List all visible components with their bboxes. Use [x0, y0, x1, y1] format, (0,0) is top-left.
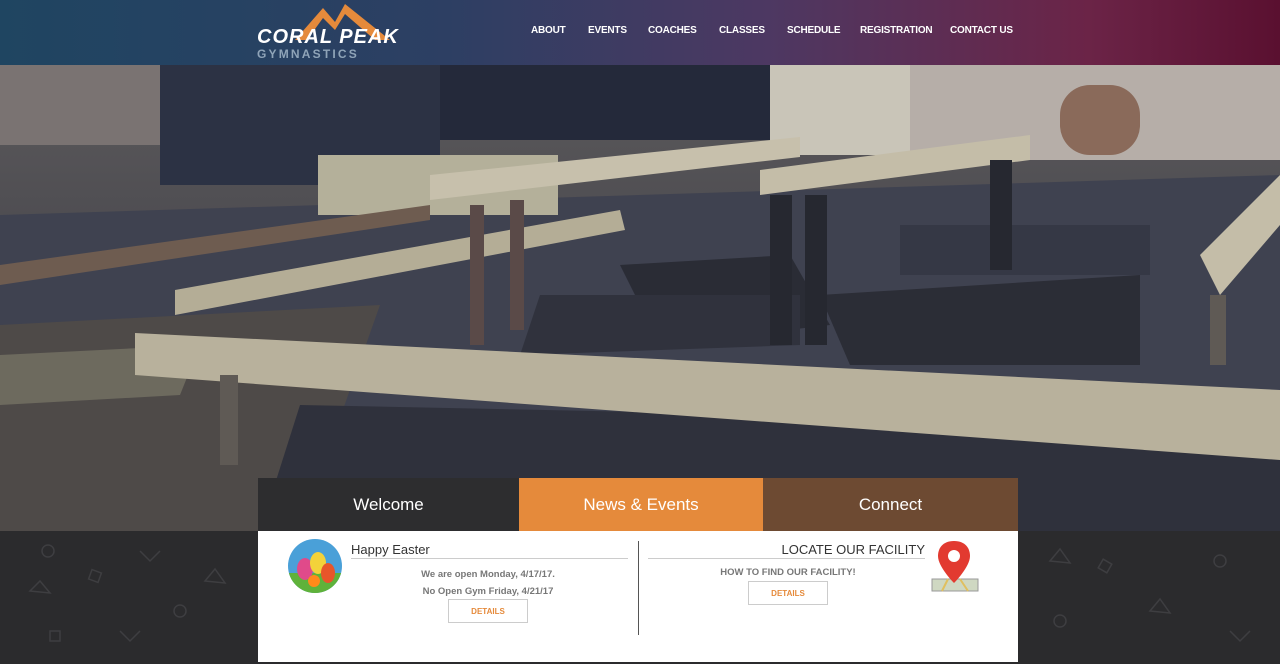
- event-line-1: We are open Monday, 4/17/17.: [421, 569, 555, 580]
- event-description: We are open Monday, 4/17/17. No Open Gym…: [358, 566, 618, 600]
- easter-eggs-image: [288, 539, 342, 593]
- nav-events[interactable]: EVENTS: [588, 25, 627, 36]
- tab-welcome[interactable]: Welcome: [258, 478, 519, 531]
- event-title: Happy Easter: [351, 542, 628, 559]
- nav-contact-us[interactable]: CONTACT US: [950, 25, 1013, 36]
- event-line-2: No Open Gym Friday, 4/21/17: [422, 586, 554, 597]
- gym-photo: [0, 65, 1280, 531]
- tab-connect[interactable]: Connect: [763, 478, 1018, 531]
- hero-image: [0, 65, 1280, 531]
- facility-details-button[interactable]: DETAILS: [748, 581, 828, 605]
- content-tabs: Welcome News & Events Connect: [258, 478, 1018, 531]
- facility-subtitle: HOW TO FIND OUR FACILITY!: [720, 567, 856, 578]
- event-details-button[interactable]: DETAILS: [448, 599, 528, 623]
- site-header: CORAL PEAK GYMNASTICS ABOUT EVENTS COACH…: [0, 0, 1280, 65]
- nav-registration[interactable]: REGISTRATION: [860, 25, 933, 36]
- tab-news-events[interactable]: News & Events: [519, 478, 763, 531]
- panel-divider: [638, 541, 639, 635]
- nav-classes[interactable]: CLASSES: [719, 25, 765, 36]
- brand-tagline: GYMNASTICS: [257, 47, 360, 61]
- nav-about[interactable]: ABOUT: [531, 25, 566, 36]
- news-events-panel: Happy Easter We are open Monday, 4/17/17…: [258, 531, 1018, 662]
- map-pin-icon: [928, 539, 982, 595]
- facility-title: LOCATE OUR FACILITY: [648, 542, 925, 559]
- nav-schedule[interactable]: SCHEDULE: [787, 25, 841, 36]
- main-nav: ABOUT EVENTS COACHES CLASSES SCHEDULE RE…: [0, 25, 1280, 39]
- nav-coaches[interactable]: COACHES: [648, 25, 697, 36]
